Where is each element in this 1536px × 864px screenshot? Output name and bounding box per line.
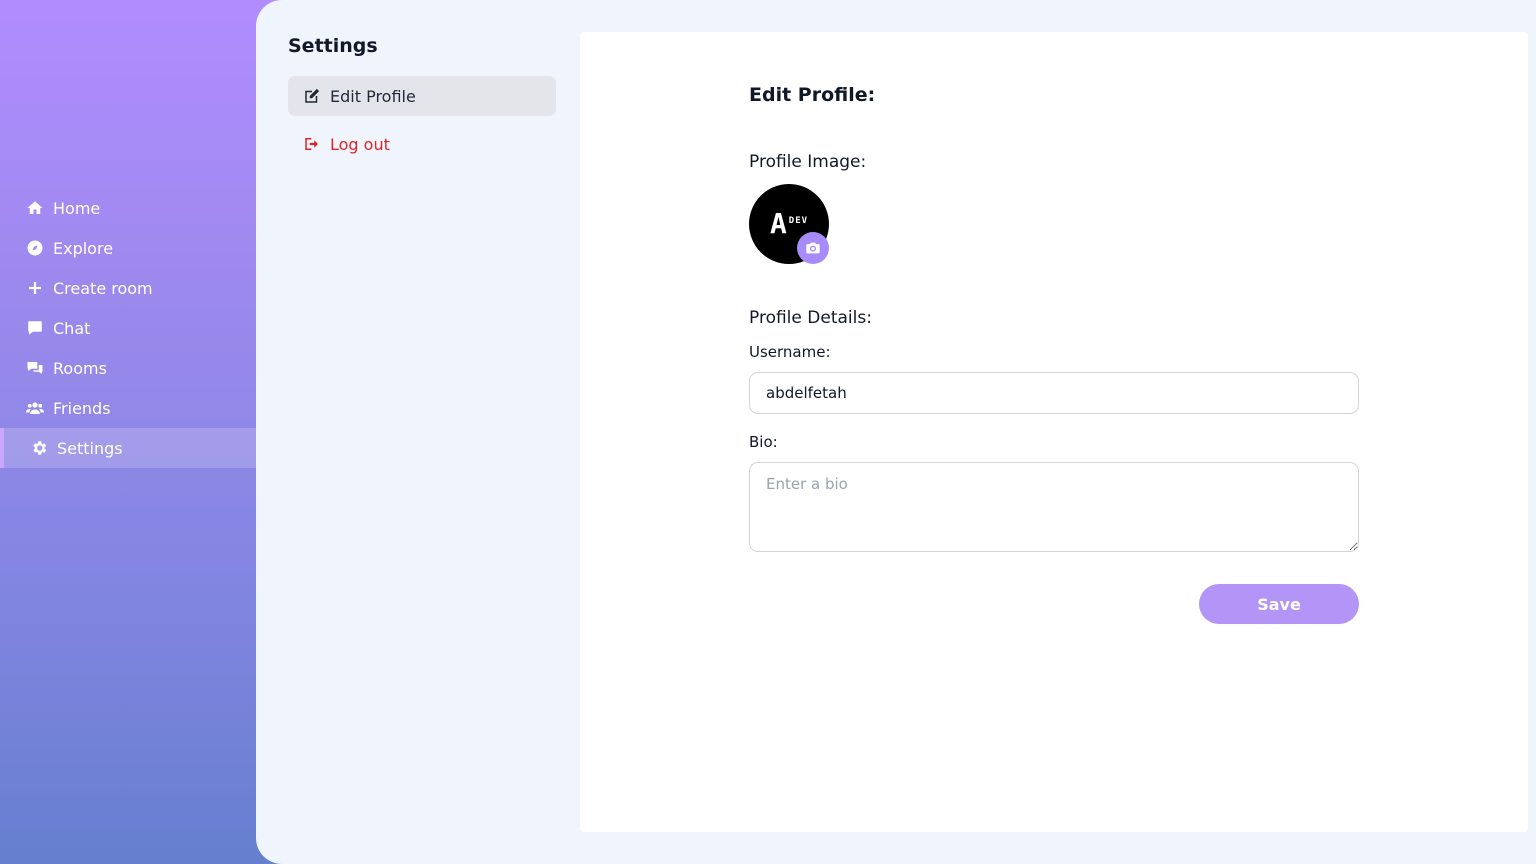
- settings-menu-label: Log out: [330, 134, 390, 154]
- gear-icon: [30, 439, 48, 457]
- nav-item-label: Settings: [57, 438, 123, 458]
- main-panel: Settings Edit Profile Log out Edit Profi…: [256, 0, 1536, 864]
- edit-profile-heading: Edit Profile:: [749, 84, 876, 106]
- home-icon: [26, 199, 44, 217]
- change-photo-button[interactable]: [797, 232, 829, 264]
- username-input[interactable]: [749, 372, 1359, 414]
- profile-details-heading: Profile Details:: [749, 308, 872, 328]
- avatar[interactable]: A DEV: [749, 184, 829, 264]
- compass-icon: [26, 239, 44, 257]
- nav-item-chat[interactable]: Chat: [0, 308, 256, 348]
- username-label: Username:: [749, 343, 831, 361]
- nav-item-label: Create room: [53, 278, 153, 298]
- nav-item-rooms[interactable]: Rooms: [0, 348, 256, 388]
- logout-icon: [303, 135, 321, 153]
- avatar-logo-text: DEV: [788, 216, 809, 226]
- nav-item-label: Chat: [53, 318, 91, 338]
- edit-profile-card: Edit Profile: Profile Image: A DEV Profi…: [580, 32, 1528, 832]
- settings-menu-label: Edit Profile: [330, 86, 416, 106]
- avatar-logo: A DEV: [770, 210, 808, 238]
- camera-icon: [806, 242, 820, 254]
- nav-item-explore[interactable]: Explore: [0, 228, 256, 268]
- nav-item-create-room[interactable]: Create room: [0, 268, 256, 308]
- nav-item-label: Friends: [53, 398, 111, 418]
- users-icon: [26, 399, 44, 417]
- nav-item-friends[interactable]: Friends: [0, 388, 256, 428]
- settings-menu-log-out[interactable]: Log out: [288, 124, 556, 164]
- profile-image-heading: Profile Image:: [749, 152, 867, 172]
- nav-item-label: Rooms: [53, 358, 107, 378]
- avatar-logo-letter: A: [769, 207, 787, 240]
- plus-icon: [26, 279, 44, 297]
- nav-item-label: Home: [53, 198, 101, 218]
- chat-bubble-icon: [26, 319, 44, 337]
- save-button[interactable]: Save: [1199, 584, 1359, 624]
- comments-icon: [26, 359, 44, 377]
- edit-icon: [303, 87, 321, 105]
- bio-textarea[interactable]: [749, 462, 1359, 552]
- settings-menu-edit-profile[interactable]: Edit Profile: [288, 76, 556, 116]
- main-nav: Home Explore Create room Chat Rooms Frie…: [0, 0, 256, 864]
- bio-label: Bio:: [749, 433, 778, 451]
- nav-item-home[interactable]: Home: [0, 188, 256, 228]
- settings-title: Settings: [288, 35, 378, 57]
- nav-item-settings[interactable]: Settings: [0, 428, 256, 468]
- nav-item-label: Explore: [53, 238, 114, 258]
